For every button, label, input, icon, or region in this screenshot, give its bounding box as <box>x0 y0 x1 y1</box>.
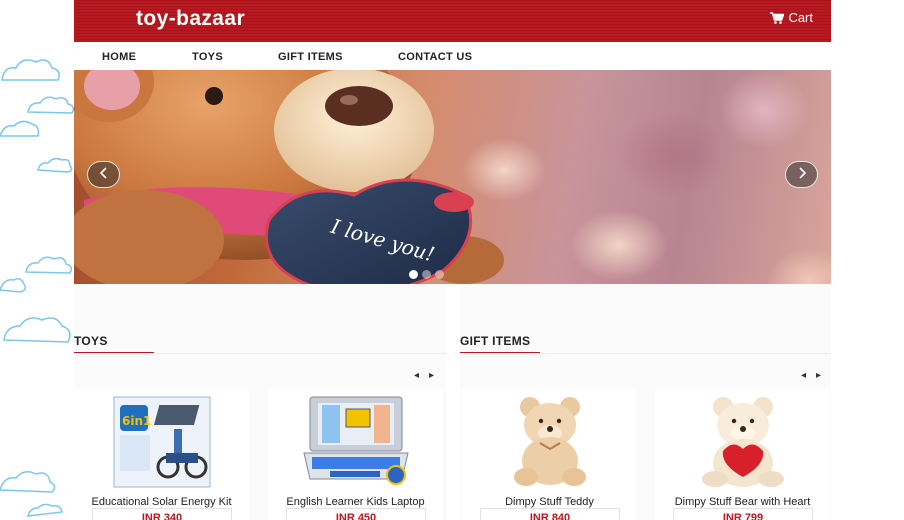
page-container: toy-bazaar Cart HOME TOYS GIFT ITEMS CON… <box>74 0 831 520</box>
gift-items-section: GIFT ITEMS ◂ ▸ Dimpy Stuff Teddy INR 840… <box>460 284 831 520</box>
chevron-left-icon <box>99 166 109 184</box>
slider-dot[interactable] <box>435 270 444 279</box>
svg-text:6in1: 6in1 <box>122 414 151 428</box>
product-image[interactable]: 6in1 <box>112 394 212 490</box>
product-card[interactable]: Dimpy Stuff Teddy INR 840 <box>462 390 637 520</box>
chevron-left-icon[interactable]: ◂ <box>801 370 806 381</box>
section-title: GIFT ITEMS <box>460 334 531 348</box>
chevron-right-icon[interactable]: ▸ <box>429 370 434 381</box>
product-price[interactable]: INR 450 <box>286 508 426 520</box>
product-card[interactable]: Dimpy Stuff Bear with Heart INR 799 <box>655 390 830 520</box>
slider-dot[interactable] <box>409 270 418 279</box>
product-price[interactable]: INR 840 <box>480 508 620 520</box>
product-name[interactable]: English Learner Kids Laptop <box>268 496 443 508</box>
section-title: TOYS <box>74 334 108 348</box>
top-header: toy-bazaar Cart <box>74 0 831 42</box>
product-image[interactable] <box>500 394 600 490</box>
teddy-bear-slide-image: I love you! <box>74 70 504 284</box>
product-card[interactable]: 6in1 Educational Solar Energy Kit INR 34… <box>74 390 249 520</box>
slider-next-button[interactable] <box>785 161 818 188</box>
slider-dot[interactable] <box>422 270 431 279</box>
chevron-right-icon[interactable]: ▸ <box>816 370 821 381</box>
carousel-controls: ◂ ▸ <box>801 370 821 381</box>
product-image[interactable] <box>300 394 412 490</box>
product-card[interactable]: English Learner Kids Laptop INR 450 <box>268 390 443 520</box>
product-image[interactable] <box>693 394 793 490</box>
cloud-decoration <box>0 0 80 520</box>
cart-button[interactable]: Cart <box>770 10 813 25</box>
cart-label: Cart <box>788 10 813 25</box>
nav-home[interactable]: HOME <box>102 51 136 63</box>
main-nav: HOME TOYS GIFT ITEMS CONTACT US <box>74 42 831 70</box>
product-price[interactable]: INR 340 <box>92 508 232 520</box>
chevron-right-icon <box>797 166 807 184</box>
slider-dots <box>409 270 444 279</box>
product-name[interactable]: Educational Solar Energy Kit <box>74 496 249 508</box>
nav-contact-us[interactable]: CONTACT US <box>398 51 472 63</box>
carousel-controls: ◂ ▸ <box>414 370 434 381</box>
nav-gift-items[interactable]: GIFT ITEMS <box>278 51 343 63</box>
cart-icon <box>770 11 785 24</box>
toys-section: TOYS ◂ ▸ 6in1 Educational Solar Energy K… <box>74 284 446 520</box>
hero-slider[interactable]: I love you! <box>74 70 831 284</box>
product-price[interactable]: INR 799 <box>673 508 813 520</box>
chevron-left-icon[interactable]: ◂ <box>414 370 419 381</box>
product-name[interactable]: Dimpy Stuff Bear with Heart <box>655 496 830 508</box>
product-name[interactable]: Dimpy Stuff Teddy <box>462 496 637 508</box>
nav-toys[interactable]: TOYS <box>192 51 223 63</box>
site-logo[interactable]: toy-bazaar <box>136 7 245 31</box>
slider-prev-button[interactable] <box>87 161 120 188</box>
section-divider <box>460 353 831 354</box>
section-divider <box>74 353 446 354</box>
